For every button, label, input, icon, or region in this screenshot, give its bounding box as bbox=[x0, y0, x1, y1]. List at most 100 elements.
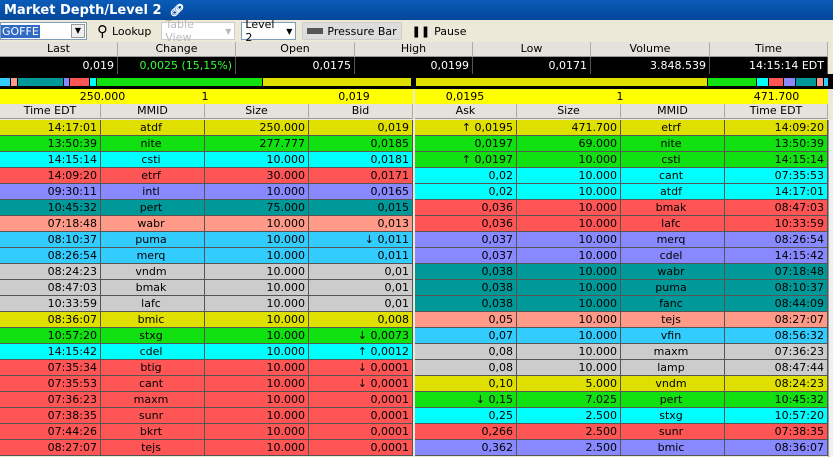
bid-row[interactable]: 10:57:20 stxg 10.000 ↓ 0,0073 bbox=[0, 328, 413, 344]
bid-row[interactable]: 14:17:01 atdf 250.000 0,019 bbox=[0, 120, 413, 136]
stat-value: 0,0025 (15,15%) bbox=[118, 57, 236, 74]
bid-row[interactable]: 07:38:35 sunr 10.000 0,0001 bbox=[0, 408, 413, 424]
cell: 0,038 bbox=[415, 296, 517, 312]
ask-row[interactable]: ↑ 0,0195 471.700 etrf 14:09:20 bbox=[415, 120, 828, 136]
column-header[interactable]: Time EDT bbox=[725, 104, 828, 119]
column-header[interactable]: Size bbox=[517, 104, 621, 119]
cell: 10.000 bbox=[205, 376, 309, 392]
cell: ↓ 0,15 bbox=[415, 392, 517, 408]
cell: 10.000 bbox=[517, 280, 621, 296]
stat-header[interactable]: High bbox=[355, 42, 473, 57]
ask-row[interactable]: 0,05 10.000 tejs 08:27:07 bbox=[415, 312, 828, 328]
ask-row[interactable]: 0,036 10.000 lafc 10:33:59 bbox=[415, 216, 828, 232]
bid-row[interactable]: 08:36:07 bmic 10.000 0,008 bbox=[0, 312, 413, 328]
symbol-input[interactable]: GOFFE ▼ bbox=[0, 22, 87, 40]
bid-row[interactable]: 14:15:42 cdel 10.000 ↑ 0,0012 bbox=[0, 344, 413, 360]
bid-row[interactable]: 07:36:23 maxm 10.000 0,0001 bbox=[0, 392, 413, 408]
bid-row[interactable]: 07:35:53 cant 10.000 ↓ 0,0001 bbox=[0, 376, 413, 392]
pressure-segment bbox=[784, 78, 795, 86]
cell: 07:35:53 bbox=[725, 168, 828, 184]
ask-row[interactable]: 0,038 10.000 fanc 08:44:09 bbox=[415, 296, 828, 312]
cell: etrf bbox=[101, 168, 205, 184]
cell: 7.025 bbox=[517, 392, 621, 408]
ask-row[interactable]: 0,10 5.000 vndm 08:24:23 bbox=[415, 376, 828, 392]
link-icon[interactable]: 🔗︎ bbox=[170, 3, 185, 17]
bid-row[interactable]: 10:33:59 lafc 10.000 0,01 bbox=[0, 296, 413, 312]
ask-row[interactable]: ↓ 0,15 7.025 pert 10:45:32 bbox=[415, 392, 828, 408]
stat-header[interactable]: Time bbox=[710, 42, 828, 57]
ask-row[interactable]: 0,08 10.000 lamp 08:47:44 bbox=[415, 360, 828, 376]
ask-row[interactable]: 0,02 10.000 cant 07:35:53 bbox=[415, 168, 828, 184]
ask-row[interactable]: 0,037 10.000 cdel 14:15:42 bbox=[415, 248, 828, 264]
lookup-button[interactable]: ⚲ Lookup bbox=[93, 22, 155, 40]
cell: 69.000 bbox=[517, 136, 621, 152]
bid-row[interactable]: 07:18:48 wabr 10.000 0,013 bbox=[0, 216, 413, 232]
pause-button[interactable]: ❚❚ Pause bbox=[408, 22, 471, 40]
ask-row[interactable]: 0,038 10.000 wabr 07:18:48 bbox=[415, 264, 828, 280]
cell: 10.000 bbox=[205, 232, 309, 248]
ask-row[interactable]: 0,362 2.500 bmic 08:36:07 bbox=[415, 440, 828, 456]
column-header[interactable]: Bid bbox=[309, 104, 413, 119]
cell: lafc bbox=[101, 296, 205, 312]
bid-row[interactable]: 09:30:11 intl 10.000 0,0165 bbox=[0, 184, 413, 200]
chevron-down-icon[interactable]: ▼ bbox=[71, 24, 85, 38]
bid-row[interactable]: 08:27:07 tejs 10.000 0,0001 bbox=[0, 440, 413, 456]
cell: 10.000 bbox=[205, 184, 309, 200]
cell: 13:50:39 bbox=[0, 136, 101, 152]
bid-row[interactable]: 08:24:23 vndm 10.000 0,01 bbox=[0, 264, 413, 280]
ask-row[interactable]: 0,08 10.000 maxm 07:36:23 bbox=[415, 344, 828, 360]
pressure-bar bbox=[0, 74, 833, 89]
ask-row[interactable]: 0,07 10.000 vfin 08:56:32 bbox=[415, 328, 828, 344]
ask-row[interactable]: 0,25 2.500 stxg 10:57:20 bbox=[415, 408, 828, 424]
cell: 10.000 bbox=[517, 200, 621, 216]
ask-row[interactable]: 0,02 10.000 atdf 14:17:01 bbox=[415, 184, 828, 200]
cell: 10.000 bbox=[205, 328, 309, 344]
stat-header[interactable]: Open bbox=[236, 42, 355, 57]
cell: 08:27:07 bbox=[0, 440, 101, 456]
cell: 10.000 bbox=[517, 296, 621, 312]
bid-row[interactable]: 14:09:20 etrf 30.000 0,0171 bbox=[0, 168, 413, 184]
pause-icon: ❚❚ bbox=[411, 24, 431, 38]
bid-row[interactable]: 07:35:34 btig 10.000 ↓ 0,0001 bbox=[0, 360, 413, 376]
bid-row[interactable]: 07:44:26 bkrt 10.000 0,0001 bbox=[0, 424, 413, 440]
ask-row[interactable]: 0,0197 69.000 nite 13:50:39 bbox=[415, 136, 828, 152]
level-select[interactable]: Level 2 ▼ bbox=[241, 18, 297, 44]
cell: 08:36:07 bbox=[0, 312, 101, 328]
column-header[interactable]: Size bbox=[205, 104, 309, 119]
ask-row[interactable]: 0,036 10.000 bmak 08:47:03 bbox=[415, 200, 828, 216]
cell: 0,02 bbox=[415, 184, 517, 200]
column-header[interactable]: Time EDT bbox=[0, 104, 101, 119]
pressure-bar-button[interactable]: Pressure Bar bbox=[302, 22, 402, 40]
ask-row[interactable]: 0,266 2.500 sunr 07:38:35 bbox=[415, 424, 828, 440]
column-header[interactable]: MMID bbox=[621, 104, 725, 119]
scrollbar[interactable] bbox=[828, 120, 833, 457]
ask-table: ↑ 0,0195 471.700 etrf 14:09:20 0,0197 69.000 n… bbox=[415, 120, 828, 456]
stat-header[interactable]: Change bbox=[118, 42, 236, 57]
ask-row[interactable]: 0,037 10.000 merq 08:26:54 bbox=[415, 232, 828, 248]
cell: 07:44:26 bbox=[0, 424, 101, 440]
bid-row[interactable]: 13:50:39 nite 277.777 0,0185 bbox=[0, 136, 413, 152]
ask-row[interactable]: 0,038 10.000 puma 08:10:37 bbox=[415, 280, 828, 296]
ask-row[interactable]: ↑ 0,0197 10.000 csti 14:15:14 bbox=[415, 152, 828, 168]
column-header[interactable]: Ask bbox=[415, 104, 517, 119]
pressure-segment bbox=[263, 78, 411, 86]
stat-header[interactable]: Low bbox=[473, 42, 591, 57]
bid-row[interactable]: 14:15:14 csti 10.000 0,0181 bbox=[0, 152, 413, 168]
bid-row[interactable]: 08:26:54 merq 10.000 0,011 bbox=[0, 248, 413, 264]
cell: 2.500 bbox=[517, 408, 621, 424]
cell: 10.000 bbox=[205, 424, 309, 440]
bid-row[interactable]: 08:10:37 puma 10.000 ↓ 0,011 bbox=[0, 232, 413, 248]
stat-header[interactable]: Last bbox=[0, 42, 118, 57]
cell: 13:50:39 bbox=[725, 136, 828, 152]
bid-row[interactable]: 08:47:03 bmak 10.000 0,01 bbox=[0, 280, 413, 296]
cell: bmic bbox=[621, 440, 725, 456]
column-header[interactable]: MMID bbox=[101, 104, 205, 119]
cell: 0,011 bbox=[309, 248, 413, 264]
stat-value: 0,0171 bbox=[473, 57, 591, 74]
cell: 07:38:35 bbox=[725, 424, 828, 440]
bid-row[interactable]: 10:45:32 pert 75.000 0,015 bbox=[0, 200, 413, 216]
stat-header[interactable]: Volume bbox=[591, 42, 710, 57]
bid-table: 14:17:01 atdf 250.000 0,019 13:50:39 nite 277.… bbox=[0, 120, 413, 456]
cell: 14:09:20 bbox=[0, 168, 101, 184]
level-label: Level 2 bbox=[245, 18, 275, 44]
